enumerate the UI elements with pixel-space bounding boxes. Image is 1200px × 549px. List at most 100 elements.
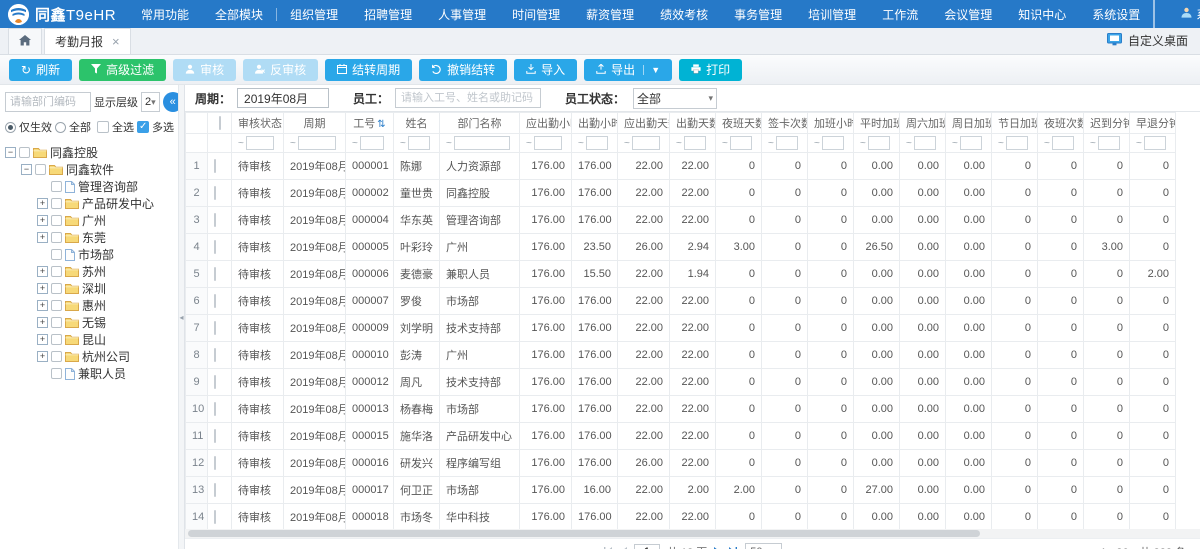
nav-item-14[interactable]: 系统设置: [1079, 0, 1153, 28]
collapse-sidebar-button[interactable]: «: [163, 92, 178, 112]
header-select-all-checkbox[interactable]: [219, 116, 221, 130]
column-header-12[interactable]: 加班小时: [808, 113, 854, 134]
tree-node-10[interactable]: +惠州: [5, 297, 174, 314]
nav-item-1[interactable]: 常用功能: [128, 0, 202, 28]
row-checkbox[interactable]: [214, 375, 216, 389]
column-filter-input-12[interactable]: [822, 136, 844, 150]
table-row[interactable]: 14待审核2019年08月000018市场冬华中科技176.00176.0022…: [186, 504, 1176, 530]
table-row[interactable]: 10待审核2019年08月000013杨春梅市场部176.00176.0022.…: [186, 396, 1176, 423]
tree-node-checkbox[interactable]: [51, 317, 62, 328]
collapse-node-icon[interactable]: −: [5, 147, 16, 158]
column-filter-input-8[interactable]: [632, 136, 660, 150]
toolbar-button-5[interactable]: 结转周期: [325, 59, 412, 81]
column-filter-input-4[interactable]: [408, 136, 430, 150]
tree-node-14[interactable]: 兼职人员: [5, 365, 174, 382]
column-header-11[interactable]: 签卡次数: [762, 113, 808, 134]
nav-item-5[interactable]: 人事管理: [425, 0, 499, 28]
tree-node-checkbox[interactable]: [35, 164, 46, 175]
table-row[interactable]: 3待审核2019年08月000004华东英管理咨询部176.00176.0022…: [186, 207, 1176, 234]
toolbar-button-1[interactable]: ↻刷新: [9, 59, 72, 81]
row-checkbox[interactable]: [214, 240, 216, 254]
tree-node-checkbox[interactable]: [51, 368, 62, 379]
column-filter-input-10[interactable]: [730, 136, 752, 150]
tree-node-9[interactable]: +深圳: [5, 280, 174, 297]
tree-node-8[interactable]: +苏州: [5, 263, 174, 280]
expand-node-icon[interactable]: +: [37, 283, 48, 294]
close-icon[interactable]: ×: [112, 35, 120, 48]
nav-item-7[interactable]: 薪资管理: [573, 0, 647, 28]
tree-node-checkbox[interactable]: [51, 334, 62, 345]
tree-node-4[interactable]: +产品研发中心: [5, 195, 174, 212]
column-filter-input-15[interactable]: [960, 136, 982, 150]
column-filter-input-13[interactable]: [868, 136, 890, 150]
table-row[interactable]: 5待审核2019年08月000006麦德豪兼职人员176.0015.5022.0…: [186, 261, 1176, 288]
toolbar-button-6[interactable]: 撤销结转: [419, 59, 507, 81]
column-header-1[interactable]: 审核状态: [232, 113, 284, 134]
tree-node-checkbox[interactable]: [51, 215, 62, 226]
row-checkbox[interactable]: [214, 267, 216, 281]
tree-node-checkbox[interactable]: [51, 300, 62, 311]
column-header-14[interactable]: 周六加班: [900, 113, 946, 134]
expand-node-icon[interactable]: +: [37, 232, 48, 243]
row-checkbox[interactable]: [214, 510, 216, 524]
table-row[interactable]: 7待审核2019年08月000009刘学明技术支持部176.00176.0022…: [186, 315, 1176, 342]
column-header-4[interactable]: 姓名: [394, 113, 440, 134]
nav-item-2[interactable]: 全部模块: [202, 0, 276, 28]
row-checkbox[interactable]: [214, 348, 216, 362]
column-header-19[interactable]: 早退分钟: [1130, 113, 1176, 134]
nav-item-8[interactable]: 绩效考核: [647, 0, 721, 28]
column-header-13[interactable]: 平时加班: [854, 113, 900, 134]
nav-item-9[interactable]: 事务管理: [721, 0, 795, 28]
expand-node-icon[interactable]: +: [37, 198, 48, 209]
tree-node-5[interactable]: +广州: [5, 212, 174, 229]
column-filter-input-3[interactable]: [360, 136, 384, 150]
toolbar-button-2[interactable]: 高级过滤: [79, 59, 166, 81]
radio-valid-only[interactable]: [5, 122, 16, 133]
dept-code-input[interactable]: [5, 92, 91, 112]
expand-node-icon[interactable]: +: [37, 317, 48, 328]
nav-item-10[interactable]: 培训管理: [795, 0, 869, 28]
column-header-18[interactable]: 迟到分钟: [1084, 113, 1130, 134]
toolbar-button-9[interactable]: 打印: [679, 59, 742, 81]
expand-node-icon[interactable]: +: [37, 266, 48, 277]
sort-icon[interactable]: ⇅: [377, 119, 385, 130]
chevron-down-icon[interactable]: ▼: [643, 65, 660, 75]
column-header-8[interactable]: 应出勤天数: [618, 113, 670, 134]
radio-all[interactable]: [55, 122, 66, 133]
expand-node-icon[interactable]: +: [37, 300, 48, 311]
row-checkbox[interactable]: [214, 294, 216, 308]
row-checkbox[interactable]: [214, 213, 216, 227]
tree-node-11[interactable]: +无锡: [5, 314, 174, 331]
column-filter-input-17[interactable]: [1052, 136, 1074, 150]
column-filter-input-7[interactable]: [586, 136, 608, 150]
toolbar-button-8[interactable]: 导出▼: [584, 59, 672, 81]
tree-node-checkbox[interactable]: [51, 181, 62, 192]
column-filter-input-5[interactable]: [454, 136, 510, 150]
nav-item-3[interactable]: 组织管理: [277, 0, 351, 28]
column-header-16[interactable]: 节日加班: [992, 113, 1038, 134]
employee-search-input[interactable]: [395, 88, 541, 108]
expand-node-icon[interactable]: +: [37, 215, 48, 226]
tree-node-13[interactable]: +杭州公司: [5, 348, 174, 365]
tree-node-6[interactable]: +东莞: [5, 229, 174, 246]
employee-status-select[interactable]: 全部▾: [633, 88, 717, 109]
tree-node-7[interactable]: 市场部: [5, 246, 174, 263]
table-row[interactable]: 11待审核2019年08月000015施华洛产品研发中心176.00176.00…: [186, 423, 1176, 450]
collapse-node-icon[interactable]: −: [21, 164, 32, 175]
horizontal-scrollbar-thumb[interactable]: [188, 530, 980, 537]
column-header-17[interactable]: 夜班次数: [1038, 113, 1084, 134]
sidebar-splitter[interactable]: ◂: [178, 85, 185, 549]
row-checkbox[interactable]: [214, 321, 216, 335]
column-filter-input-14[interactable]: [914, 136, 936, 150]
tree-node-checkbox[interactable]: [51, 266, 62, 277]
period-input[interactable]: [237, 88, 329, 108]
tree-node-checkbox[interactable]: [51, 232, 62, 243]
table-row[interactable]: 6待审核2019年08月000007罗俊市场部176.00176.0022.00…: [186, 288, 1176, 315]
column-header-5[interactable]: 部门名称: [440, 113, 520, 134]
row-checkbox[interactable]: [214, 402, 216, 416]
tree-node-checkbox[interactable]: [51, 198, 62, 209]
table-row[interactable]: 9待审核2019年08月000012周凡技术支持部176.00176.0022.…: [186, 369, 1176, 396]
table-row[interactable]: 4待审核2019年08月000005叶彩玲广州176.0023.5026.002…: [186, 234, 1176, 261]
column-header-10[interactable]: 夜班天数: [716, 113, 762, 134]
customize-desktop-button[interactable]: 自定义桌面: [1107, 32, 1188, 49]
